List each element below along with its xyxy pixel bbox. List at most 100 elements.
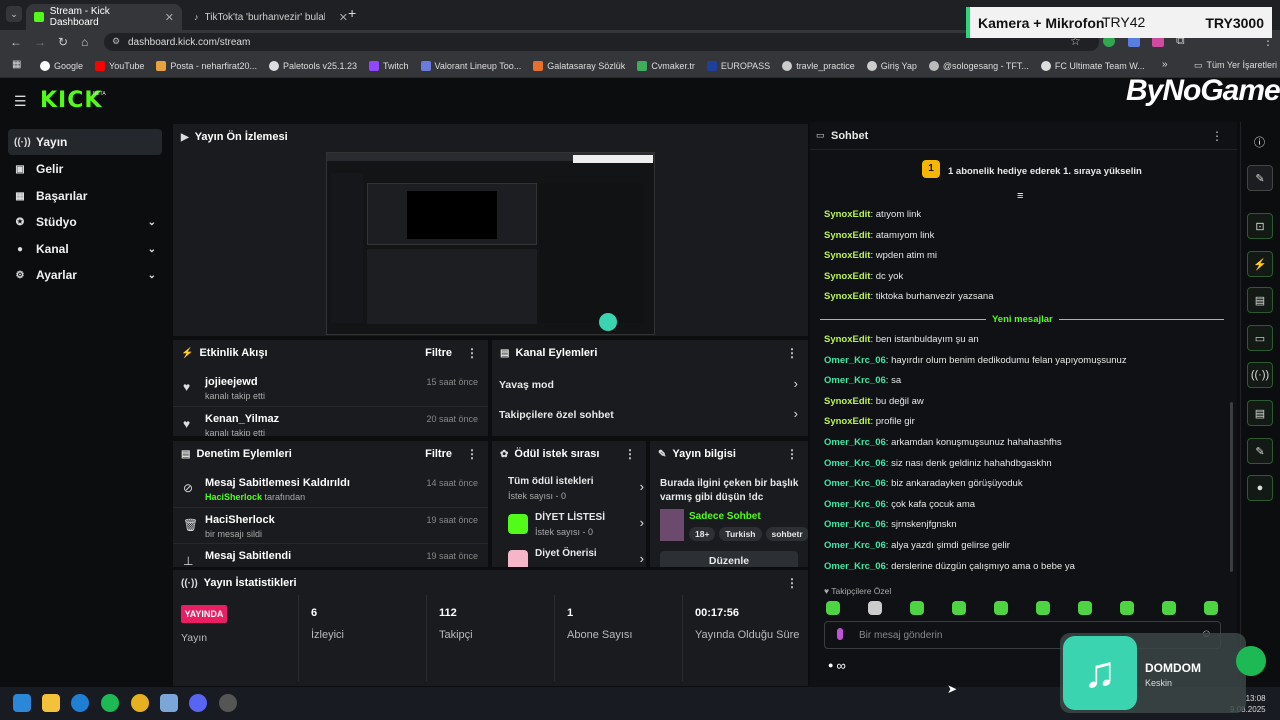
toolbar-button[interactable]: ✎ bbox=[1247, 438, 1273, 464]
chat-message[interactable]: SynoxEdit: bu değil aw bbox=[824, 396, 924, 407]
chat-message[interactable]: Omer_Krc_06: derslerine düzgün çalışmıyo… bbox=[824, 561, 1075, 572]
all-bookmarks-folder[interactable]: ▭ Tüm Yer İşaretleri bbox=[1194, 60, 1277, 71]
toolbar-button[interactable]: ((·)) bbox=[1247, 362, 1273, 388]
emote-icon[interactable] bbox=[868, 601, 882, 615]
chat-message[interactable]: SynoxEdit: wpden atim mi bbox=[824, 250, 937, 261]
windows-start-icon[interactable] bbox=[13, 694, 31, 712]
chat-message[interactable]: SynoxEdit: atıyom link bbox=[824, 209, 921, 220]
more-options-icon[interactable]: ⋮ bbox=[466, 346, 478, 360]
sidebar-item-gelir[interactable]: ▣ Gelir bbox=[8, 156, 162, 182]
toolbar-button[interactable]: ⚡ bbox=[1247, 251, 1273, 277]
reward-item[interactable]: DİYET LİSTESİ İstek sayısı - 0 › bbox=[492, 509, 646, 539]
emote-icon[interactable] bbox=[826, 601, 840, 615]
chrome-icon[interactable] bbox=[131, 694, 149, 712]
info-icon[interactable]: ⓘ bbox=[1254, 134, 1265, 150]
bookmarks-more[interactable]: » bbox=[1162, 59, 1168, 70]
emote-icon[interactable] bbox=[1036, 601, 1050, 615]
chat-message[interactable]: Omer_Krc_06: sjrnskenjfgnskn bbox=[824, 519, 957, 530]
stream-preview-video[interactable] bbox=[326, 152, 655, 335]
home-icon[interactable]: ⌂ bbox=[81, 35, 88, 49]
emote-icon[interactable] bbox=[1120, 601, 1134, 615]
chat-username[interactable]: Omer_Krc_06 bbox=[824, 437, 886, 448]
chat-username[interactable]: SynoxEdit bbox=[824, 230, 870, 241]
chat-message[interactable]: Omer_Krc_06: alya yazdı şimdi gelirse ge… bbox=[824, 540, 1010, 551]
chat-message[interactable]: SynoxEdit: profile gir bbox=[824, 416, 915, 427]
reward-item[interactable]: Tüm ödül istekleri İstek sayısı - 0 › bbox=[492, 473, 646, 503]
toolbar-button[interactable]: ▤ bbox=[1247, 287, 1273, 313]
chat-message[interactable]: SynoxEdit: atamıyom link bbox=[824, 230, 934, 241]
apps-grid-icon[interactable]: ▦ bbox=[12, 59, 21, 70]
sidebar-item-kanal[interactable]: ● Kanal ⌄ bbox=[8, 236, 162, 262]
chat-message[interactable]: Omer_Krc_06: çok kafa çocuk ama bbox=[824, 499, 975, 510]
hamburger-menu-icon[interactable]: ☰ bbox=[14, 93, 27, 110]
emote-icon[interactable] bbox=[1162, 601, 1176, 615]
edit-layout-button[interactable]: ✎ bbox=[1247, 165, 1273, 191]
more-options-icon[interactable]: ⋮ bbox=[624, 447, 636, 461]
bookmark-item[interactable]: YouTube bbox=[95, 60, 144, 71]
chat-username[interactable]: Omer_Krc_06 bbox=[824, 499, 886, 510]
site-info-icon[interactable]: ⚙ bbox=[112, 36, 120, 47]
toolbar-button[interactable]: ⊡ bbox=[1247, 213, 1273, 239]
bookmark-item[interactable]: FC Ultimate Team W... bbox=[1040, 60, 1145, 71]
chat-message[interactable]: SynoxEdit: ben istanbuldayım şu an bbox=[824, 334, 979, 345]
chat-message[interactable]: Omer_Krc_06: hayırdır olum benim dedikod… bbox=[824, 355, 1127, 366]
emote-icon[interactable] bbox=[994, 601, 1008, 615]
sidebar-item-ayarlar[interactable]: ⚙ Ayarlar ⌄ bbox=[8, 262, 162, 288]
chat-username[interactable]: SynoxEdit bbox=[824, 396, 870, 407]
bookmark-item[interactable]: Valorant Lineup Too... bbox=[420, 60, 521, 71]
chat-options-icon[interactable]: ⋮ bbox=[1211, 129, 1223, 143]
close-tab-icon[interactable]: ✕ bbox=[165, 11, 174, 24]
edit-stream-info-button[interactable]: Düzenle bbox=[660, 551, 798, 567]
chat-username[interactable]: SynoxEdit bbox=[824, 250, 870, 261]
emote-icon[interactable] bbox=[952, 601, 966, 615]
forward-icon[interactable]: → bbox=[34, 35, 46, 49]
chat-settings-infinity[interactable]: ● ∞ bbox=[828, 658, 846, 673]
category-name[interactable]: Sadece Sohbet bbox=[689, 511, 761, 522]
address-bar[interactable]: dashboard.kick.com/stream bbox=[104, 33, 1099, 51]
toolbar-button[interactable]: ▭ bbox=[1247, 325, 1273, 351]
chat-username[interactable]: Omer_Krc_06 bbox=[824, 458, 886, 469]
discord-icon[interactable] bbox=[189, 694, 207, 712]
bookmark-item[interactable]: Google bbox=[40, 60, 83, 71]
chat-message[interactable]: SynoxEdit: dc yok bbox=[824, 271, 903, 282]
bookmark-item[interactable]: Galatasaray Sözlük bbox=[533, 60, 625, 71]
bookmark-item[interactable]: Twitch bbox=[369, 60, 409, 71]
more-options-icon[interactable]: ⋮ bbox=[786, 447, 798, 461]
file-explorer-icon[interactable] bbox=[42, 694, 60, 712]
chat-message[interactable]: Omer_Krc_06: sa bbox=[824, 375, 901, 386]
chat-username[interactable]: Omer_Krc_06 bbox=[824, 561, 886, 572]
chat-username[interactable]: SynoxEdit bbox=[824, 209, 870, 220]
emote-icon[interactable] bbox=[1078, 601, 1092, 615]
bookmark-item[interactable]: Paletools v25.1.23 bbox=[268, 60, 357, 71]
chat-username[interactable]: Omer_Krc_06 bbox=[824, 540, 886, 551]
slow-mode-action[interactable]: Yavaş mod › bbox=[492, 372, 808, 398]
chat-message[interactable]: Omer_Krc_06: biz ankaradayken görüşüyodu… bbox=[824, 478, 1023, 489]
chat-username[interactable]: SynoxEdit bbox=[824, 416, 870, 427]
new-tab-button[interactable]: + bbox=[348, 5, 356, 21]
close-tab-icon[interactable]: ✕ bbox=[339, 11, 348, 24]
chat-username[interactable]: Omer_Krc_06 bbox=[824, 355, 886, 366]
emote-icon[interactable] bbox=[910, 601, 924, 615]
obs-icon[interactable] bbox=[219, 694, 237, 712]
bookmark-item[interactable]: EUROPASS bbox=[706, 60, 770, 71]
tab-tiktok[interactable]: ♪ TikTok'ta 'burhanvezir' bulabilir... ✕ bbox=[186, 4, 356, 30]
sidebar-item-studyo[interactable]: ✪ Stüdyo ⌄ bbox=[8, 209, 162, 235]
sidebar-item-basarilar[interactable]: ▦ Başarılar bbox=[8, 183, 162, 209]
app-icon[interactable] bbox=[160, 694, 178, 712]
toolbar-button[interactable]: ▤ bbox=[1247, 400, 1273, 426]
toolbar-button[interactable]: ● bbox=[1247, 475, 1273, 501]
emote-icon[interactable] bbox=[1204, 601, 1218, 615]
edge-icon[interactable] bbox=[71, 694, 89, 712]
more-options-icon[interactable]: ⋮ bbox=[786, 576, 798, 590]
chat-username[interactable]: SynoxEdit bbox=[824, 271, 870, 282]
bookmark-item[interactable]: Cvmaker.tr bbox=[637, 60, 695, 71]
chat-username[interactable]: Omer_Krc_06 bbox=[824, 519, 886, 530]
bookmark-item[interactable]: Giriş Yap bbox=[866, 60, 917, 71]
followers-only-action[interactable]: Takipçilere özel sohbet › bbox=[492, 402, 808, 428]
reload-icon[interactable]: ↻ bbox=[58, 35, 68, 49]
sidebar-item-yayin[interactable]: ((·)) Yayın bbox=[8, 129, 162, 155]
bookmark-item[interactable]: @sologesang - TFT... bbox=[928, 60, 1029, 71]
more-options-icon[interactable]: ⋮ bbox=[786, 346, 798, 360]
back-icon[interactable]: ← bbox=[10, 35, 22, 49]
tab-search-button[interactable]: ⌄ bbox=[6, 6, 22, 22]
